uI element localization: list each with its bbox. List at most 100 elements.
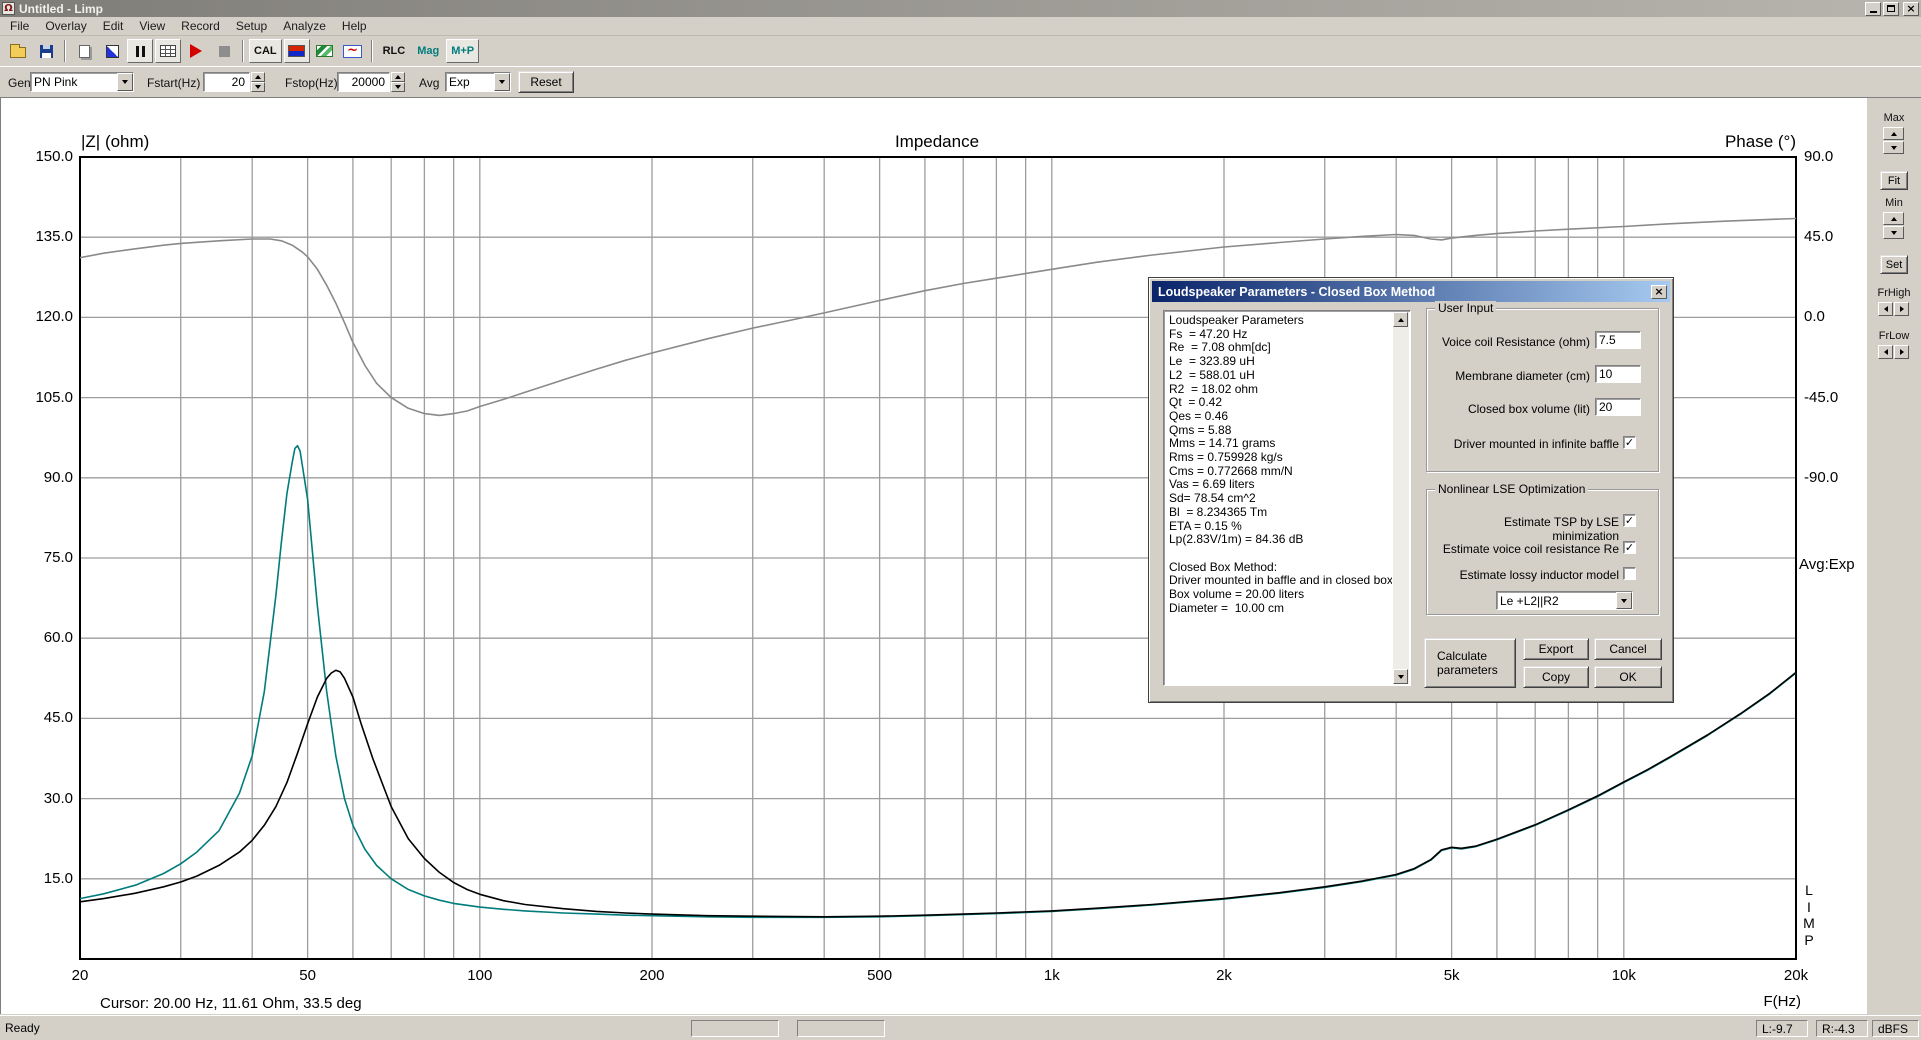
- rlc-button[interactable]: RLC: [378, 39, 411, 63]
- arrow-left-icon: [1884, 349, 1888, 355]
- parameters-dialog: Loudspeaker Parameters - Closed Box Meth…: [1148, 277, 1674, 703]
- arrow-left-icon: [1884, 306, 1888, 312]
- dialog-titlebar[interactable]: Loudspeaker Parameters - Closed Box Meth…: [1152, 281, 1670, 302]
- spinner-up-button[interactable]: [391, 72, 405, 82]
- gen-dropdown-button[interactable]: [117, 73, 133, 91]
- status-panel-empty: [797, 1020, 885, 1037]
- pause-button[interactable]: [127, 39, 153, 63]
- inductor-model-value: Le +L2||R2: [1497, 592, 1616, 609]
- menu-item-edit[interactable]: Edit: [95, 17, 132, 35]
- chevron-down-icon: [122, 80, 128, 84]
- user-input-group-label: User Input: [1435, 301, 1496, 315]
- inductor-model-select[interactable]: Le +L2||R2: [1496, 591, 1633, 610]
- open-button[interactable]: [5, 39, 31, 63]
- arrow-down-icon: [1891, 231, 1897, 235]
- spectrum-button[interactable]: [312, 39, 338, 63]
- export-button[interactable]: Export: [1523, 638, 1589, 660]
- menu-item-setup[interactable]: Setup: [228, 17, 275, 35]
- minimize-button[interactable]: [1865, 2, 1881, 16]
- scroll-up-button[interactable]: [1393, 312, 1408, 327]
- arrow-up-icon: [395, 75, 401, 79]
- fstart-spinner[interactable]: [251, 72, 265, 92]
- close-button[interactable]: ×: [1903, 2, 1919, 16]
- infinite-baffle-checkbox[interactable]: ✓: [1623, 436, 1636, 449]
- parameter-line: Cms = 0.772668 mm/N: [1169, 465, 1392, 479]
- estimate-re-checkbox[interactable]: ✓: [1623, 541, 1636, 554]
- spinner-down-button[interactable]: [391, 82, 405, 92]
- max-down-button[interactable]: [1883, 141, 1904, 154]
- control-bar: Gen PN Pink Fstart(Hz) Fstop(Hz) Avg Exp…: [0, 66, 1921, 97]
- close-icon: ×: [1654, 286, 1663, 297]
- cancel-button[interactable]: Cancel: [1594, 638, 1662, 660]
- cursor-readout: Cursor: 20.00 Hz, 11.61 Ohm, 33.5 deg: [100, 995, 362, 1012]
- max-up-button[interactable]: [1883, 127, 1904, 140]
- min-down-button[interactable]: [1883, 226, 1904, 239]
- z-axis-title: |Z| (ohm): [81, 132, 149, 152]
- scroll-down-button[interactable]: [1393, 669, 1408, 684]
- estimate-lossy-checkbox[interactable]: [1623, 567, 1636, 580]
- menu-item-file[interactable]: File: [2, 17, 37, 35]
- copy-button[interactable]: Copy: [1523, 666, 1589, 688]
- model-dropdown-button[interactable]: [1616, 592, 1632, 609]
- closed-box-volume-input[interactable]: [1595, 398, 1641, 416]
- spinner-up-button[interactable]: [251, 72, 265, 82]
- menu-item-overlay[interactable]: Overlay: [37, 17, 94, 35]
- estimate-re-label: Estimate voice coil resistance Re: [1435, 542, 1619, 556]
- min-up-button[interactable]: [1883, 212, 1904, 225]
- avg-dropdown-button[interactable]: [494, 73, 510, 91]
- max-spinner[interactable]: [1883, 127, 1904, 155]
- gen-select[interactable]: PN Pink: [30, 72, 134, 92]
- frlow-right-button[interactable]: [1894, 345, 1909, 359]
- frlow-buttons[interactable]: [1878, 345, 1910, 359]
- fstop-input[interactable]: [337, 72, 390, 92]
- window-titlebar: Ω Untitled - Limp ×: [0, 0, 1921, 17]
- membrane-diameter-input[interactable]: [1595, 365, 1641, 383]
- magnitude-phase-button[interactable]: M+P: [446, 39, 479, 63]
- axis-tick-label: -90.0: [1804, 469, 1864, 486]
- fit-button[interactable]: Fit: [1880, 171, 1908, 190]
- table-view-button[interactable]: [155, 39, 181, 63]
- fstop-spinner[interactable]: [391, 72, 405, 92]
- voice-coil-resistance-input[interactable]: [1595, 331, 1641, 349]
- frlow-left-button[interactable]: [1878, 345, 1893, 359]
- calibrate-button[interactable]: CAL: [249, 39, 282, 63]
- menu-item-analyze[interactable]: Analyze: [275, 17, 334, 35]
- listbox-scrollbar[interactable]: [1393, 312, 1409, 684]
- generator-button[interactable]: ~: [340, 39, 366, 63]
- calculate-parameters-button[interactable]: Calculate parameters: [1424, 638, 1516, 688]
- copy-graph-button[interactable]: [71, 39, 97, 63]
- parameters-listbox[interactable]: Loudspeaker ParametersFs = 47.20 HzRe = …: [1163, 310, 1411, 686]
- fstart-input[interactable]: [203, 72, 250, 92]
- ok-button[interactable]: OK: [1594, 666, 1662, 688]
- arrow-up-icon: [1891, 132, 1897, 136]
- stop-button[interactable]: [211, 39, 237, 63]
- frhigh-right-button[interactable]: [1894, 302, 1909, 316]
- min-spinner[interactable]: [1883, 212, 1904, 240]
- menu-item-record[interactable]: Record: [173, 17, 228, 35]
- avg-select[interactable]: Exp: [445, 72, 511, 92]
- grid-icon: [160, 45, 176, 57]
- color-scheme-button[interactable]: [284, 39, 310, 63]
- bw-background-button[interactable]: [99, 39, 125, 63]
- frhigh-buttons[interactable]: [1878, 302, 1910, 316]
- menu-item-view[interactable]: View: [131, 17, 173, 35]
- magnitude-button[interactable]: Mag: [412, 39, 444, 63]
- axis-tick-label: 0.0: [1804, 308, 1864, 325]
- spinner-down-button[interactable]: [251, 82, 265, 92]
- reset-button[interactable]: Reset: [518, 71, 574, 93]
- restore-button[interactable]: [1883, 2, 1899, 16]
- arrow-down-icon: [1398, 675, 1404, 679]
- lse-optimization-group: Nonlinear LSE Optimization Estimate TSP …: [1426, 489, 1659, 615]
- set-button[interactable]: Set: [1880, 255, 1908, 274]
- axis-tick-label: 120.0: [1, 308, 73, 325]
- menu-bar: FileOverlayEditViewRecordSetupAnalyzeHel…: [0, 17, 1921, 36]
- dialog-close-button[interactable]: ×: [1651, 285, 1667, 299]
- frhigh-left-button[interactable]: [1878, 302, 1893, 316]
- record-button[interactable]: [183, 39, 209, 63]
- axis-tick-label: 90.0: [1804, 148, 1864, 165]
- menu-item-help[interactable]: Help: [334, 17, 375, 35]
- estimate-tsp-checkbox[interactable]: ✓: [1623, 514, 1636, 527]
- phase-axis-title: Phase (°): [1691, 132, 1796, 152]
- parameter-line: Driver mounted in baffle and in closed b…: [1169, 574, 1392, 588]
- save-button[interactable]: [33, 39, 59, 63]
